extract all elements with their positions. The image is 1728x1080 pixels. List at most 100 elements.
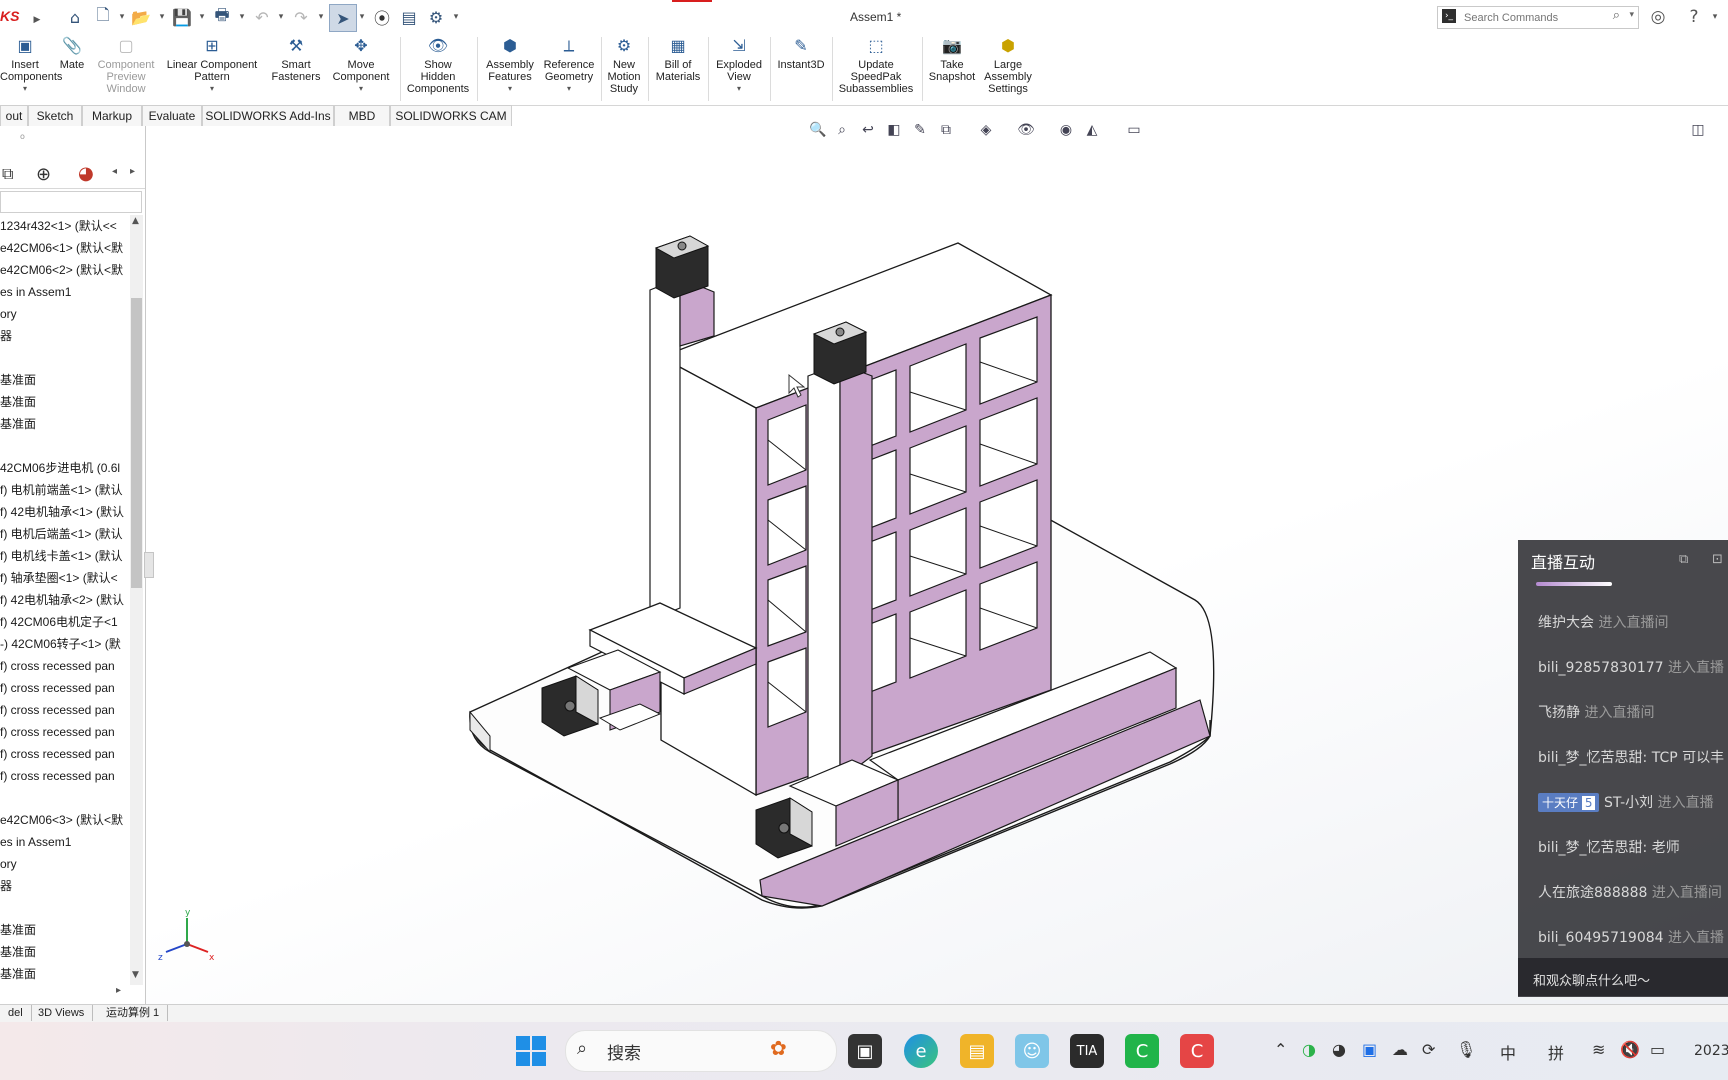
search-dropdown-icon[interactable]: ▾ [1629, 10, 1634, 20]
search-highlight-icon[interactable]: ✿ [770, 1036, 787, 1060]
display-manager-icon[interactable]: ◕ [78, 163, 94, 184]
tree-item[interactable]: 器 [0, 875, 130, 897]
tree-item[interactable]: f) 电机线卡盖<1> (默认 [0, 545, 130, 567]
tree-item[interactable]: f) 42电机轴承<1> (默认 [0, 501, 130, 523]
tab-solidworks-add-ins[interactable]: SOLIDWORKS Add-Ins [202, 105, 334, 126]
tree-item[interactable]: f) cross recessed pan [0, 721, 130, 743]
exploded-view-button[interactable]: ⇲ Exploded View ▾ [712, 37, 766, 95]
wifi-icon[interactable]: ≋ [1592, 1040, 1605, 1059]
chat-username[interactable]: ST-小刘 [1604, 795, 1653, 811]
tree-item[interactable] [0, 435, 130, 457]
file-properties-icon[interactable]: ▤ [398, 7, 420, 27]
live-wallpaper-icon[interactable]: ☺ [1015, 1034, 1049, 1068]
help-icon[interactable]: ? [1683, 7, 1705, 27]
tree-item[interactable]: f) 电机前端盖<1> (默认 [0, 479, 130, 501]
open-dropdown-icon[interactable]: ▾ [157, 7, 167, 27]
tab-markup[interactable]: Markup [82, 105, 142, 126]
volume-muted-icon[interactable]: 🔇 [1620, 1040, 1640, 1059]
tree-item[interactable]: f) 42电机轴承<2> (默认 [0, 589, 130, 611]
chat-username[interactable]: bili_92857830177 [1538, 660, 1664, 676]
tree-item[interactable]: 基准面 [0, 941, 130, 963]
tree-scrollbar-thumb[interactable] [131, 298, 142, 588]
tree-item[interactable]: 42CM06步进电机 (0.6l [0, 457, 130, 479]
reference-geometry-button[interactable]: ⟂ Reference Geometry ▾ [540, 37, 598, 95]
scroll-up-icon[interactable]: ▲ [132, 216, 139, 226]
tree-item[interactable]: f) 42CM06电机定子<1 [0, 611, 130, 633]
tray-overflow-icon[interactable]: ⌃ [1274, 1040, 1287, 1059]
tree-item[interactable]: 基准面 [0, 413, 130, 435]
tree-item[interactable]: -) 42CM06转子<1> (默 [0, 633, 130, 655]
redo-icon[interactable]: ↷ [290, 7, 312, 27]
new-document-icon[interactable]: 🗋 [92, 5, 114, 27]
tab-layout[interactable]: out [0, 105, 28, 126]
traffic-light-icon[interactable]: ⦿ [371, 7, 393, 28]
move-component-button[interactable]: ✥ Move Component ▾ [328, 37, 394, 95]
tree-item[interactable]: 基准面 [0, 391, 130, 413]
tree-item[interactable]: 基准面 [0, 369, 130, 391]
take-snapshot-button[interactable]: 📷 Take Snapshot [926, 37, 978, 83]
print-icon[interactable]: 🖶 [211, 5, 233, 27]
clock-year[interactable]: 2023 [1694, 1043, 1728, 1059]
update-speedpak-button[interactable]: ⬚ Update SpeedPak Subassemblies [836, 37, 916, 95]
options-dropdown-icon[interactable]: ▾ [451, 7, 461, 27]
help-dropdown-icon[interactable]: ▾ [1710, 7, 1720, 27]
app-tray-icon[interactable]: ▣ [1362, 1040, 1377, 1059]
tree-item[interactable]: f) cross recessed pan [0, 743, 130, 765]
chat-username[interactable]: 飞扬静 [1538, 705, 1580, 721]
redo-dropdown-icon[interactable]: ▾ [316, 7, 326, 27]
panel-collapse-handle[interactable] [144, 552, 154, 578]
select-dropdown-icon[interactable]: ▾ [357, 7, 367, 27]
dropdown-arrow-icon[interactable]: ▾ [0, 83, 50, 95]
panel-scroll-left-icon[interactable]: ◂ [112, 166, 117, 177]
ime-mode-indicator[interactable]: 拼 [1548, 1040, 1564, 1064]
tab-sketch[interactable]: Sketch [28, 105, 82, 126]
tree-item[interactable]: f) cross recessed pan [0, 699, 130, 721]
pin-icon[interactable]: ⊡ [1712, 552, 1723, 567]
edge-browser-icon[interactable]: e [904, 1034, 938, 1068]
dropdown-arrow-icon[interactable]: ▾ [540, 83, 598, 95]
select-pointer-icon[interactable]: ➤ [329, 4, 357, 32]
tree-item[interactable] [0, 787, 130, 809]
print-dropdown-icon[interactable]: ▾ [237, 7, 247, 27]
options-gear-icon[interactable]: ⚙ [425, 7, 447, 27]
qq-tray-icon[interactable]: ◕ [1332, 1040, 1346, 1059]
tree-item[interactable] [0, 347, 130, 369]
menu-expand-icon[interactable]: ▶ [32, 10, 42, 30]
recorder-app-icon[interactable]: C [1180, 1034, 1214, 1068]
task-view-icon[interactable]: ▣ [848, 1034, 882, 1068]
search-commands-input[interactable] [1462, 9, 1606, 26]
tree-item[interactable]: ory [0, 303, 130, 325]
tree-filter-input[interactable] [0, 191, 142, 213]
taskbar-search-label[interactable]: 搜索 [607, 1039, 641, 1064]
component-preview-window-button[interactable]: ▢ Component Preview Window [92, 37, 160, 95]
dropdown-arrow-icon[interactable]: ▾ [328, 83, 394, 95]
linear-component-pattern-button[interactable]: ⊞ Linear Component Pattern ▾ [164, 37, 260, 95]
start-button[interactable] [516, 1036, 546, 1066]
tab-solidworks-cam[interactable]: SOLIDWORKS CAM [390, 105, 512, 126]
tree-item[interactable] [0, 897, 130, 919]
tree-item[interactable]: 器 [0, 325, 130, 347]
chat-username[interactable]: 维护大会 [1538, 615, 1594, 631]
dropdown-arrow-icon[interactable]: ▾ [164, 83, 260, 95]
tab-evaluate[interactable]: Evaluate [142, 105, 202, 126]
undo-icon[interactable]: ↶ [251, 7, 273, 27]
configuration-manager-icon[interactable]: ⊕ [36, 164, 51, 185]
tree-item[interactable]: f) cross recessed pan [0, 655, 130, 677]
chat-username[interactable]: bili_60495719084 [1538, 930, 1664, 946]
assembly-features-button[interactable]: ⬢ Assembly Features ▾ [482, 37, 538, 95]
tree-item[interactable]: e42CM06<2> (默认<默 [0, 259, 130, 281]
mate-button[interactable]: 📎 Mate [56, 37, 88, 71]
popout-icon[interactable]: ⧉ [1679, 552, 1688, 567]
ime-language-indicator[interactable]: 中 [1500, 1040, 1516, 1064]
battery-icon[interactable]: ▭ [1650, 1040, 1665, 1059]
save-icon[interactable]: 💾 [171, 7, 193, 27]
scroll-right-icon[interactable]: ▸ [116, 985, 121, 996]
chat-input-placeholder[interactable]: 和观众聊点什么吧～ [1533, 970, 1650, 989]
bill-of-materials-button[interactable]: ▦ Bill of Materials [652, 37, 704, 83]
search-commands-box[interactable]: ›_ ⌕ ▾ [1437, 6, 1639, 29]
taskbar-search-box[interactable] [565, 1030, 837, 1072]
property-manager-icon[interactable]: ⧉ [2, 164, 13, 184]
sync-tray-icon[interactable]: ⟳ [1422, 1040, 1435, 1059]
tab-model[interactable]: del [0, 1005, 32, 1021]
assembly-model-render[interactable]: y x z [146, 128, 1728, 1004]
